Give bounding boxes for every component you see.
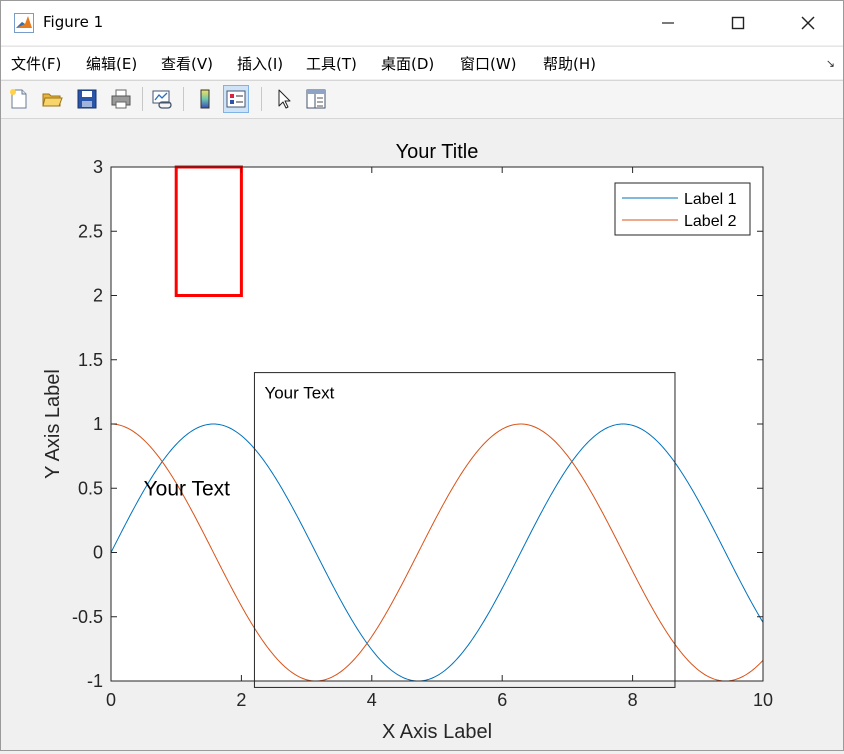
y-tick-label: 1.5 — [78, 350, 103, 370]
x-tick-label: 2 — [236, 690, 246, 710]
y-tick-label: -0.5 — [72, 607, 103, 627]
y-tick-label: 3 — [93, 157, 103, 177]
x-tick-label: 6 — [497, 690, 507, 710]
x-axis-label: X Axis Label — [382, 721, 492, 743]
menu-help[interactable]: 帮助(H) — [543, 53, 596, 74]
maximize-button[interactable] — [703, 1, 773, 45]
minimize-icon — [662, 22, 674, 24]
legend-label-1: Label 1 — [684, 191, 737, 208]
insert-colorbar-icon — [200, 89, 210, 109]
insert-legend-button[interactable] — [223, 85, 249, 113]
print-button[interactable] — [108, 85, 134, 113]
menu-insert[interactable]: 插入(I) — [237, 53, 283, 74]
menu-desktop[interactable]: 桌面(D) — [381, 53, 434, 74]
x-tick-label: 10 — [753, 690, 773, 710]
y-tick-label: 1 — [93, 414, 103, 434]
insert-legend-icon — [226, 90, 246, 108]
y-tick-label: 2.5 — [78, 221, 103, 241]
x-tick-label: 8 — [628, 690, 638, 710]
new-figure-button[interactable] — [6, 85, 32, 113]
y-tick-label: 0 — [93, 543, 103, 563]
toolbar-separator — [183, 87, 184, 111]
y-tick-label: 2 — [93, 286, 103, 306]
window-title: Figure 1 — [43, 13, 104, 31]
toolbar-separator — [261, 87, 262, 111]
open-file-icon — [42, 93, 63, 107]
link-plot-icon — [152, 90, 172, 109]
property-inspector-button[interactable] — [303, 85, 329, 113]
open-file-button[interactable] — [39, 85, 65, 113]
figure-canvas: Your Text Your Text 0 2 4 6 8 10 -1 -0.5 0 0.5 1 1.5 2… — [1, 119, 843, 750]
save-button[interactable] — [74, 85, 100, 113]
insert-colorbar-button[interactable] — [192, 85, 218, 113]
print-icon — [111, 89, 131, 109]
menu-bar: 文件(F) 编辑(E) 查看(V) 插入(I) 工具(T) 桌面(D) 窗口(W… — [1, 46, 843, 79]
x-tick-label: 4 — [367, 690, 377, 710]
figure-window: Figure 1 文件(F) 编辑(E) 查看(V) 插入(I) 工具(T) 桌… — [0, 0, 844, 751]
annotation-text: Your Text — [144, 477, 231, 500]
y-tick-label: 0.5 — [78, 478, 103, 498]
edit-plot-icon — [278, 89, 291, 109]
plot-svg: Your Text Your Text 0 2 4 6 8 10 -1 -0.5 0 0.5 1 1.5 2… — [42, 141, 773, 743]
new-figure-icon — [10, 89, 27, 109]
save-icon — [77, 89, 97, 109]
y-axis-label: Y Axis Label — [42, 369, 64, 479]
menu-edit[interactable]: 编辑(E) — [86, 53, 137, 74]
edit-plot-button[interactable] — [271, 85, 297, 113]
link-plot-button[interactable] — [149, 85, 175, 113]
menu-window[interactable]: 窗口(W) — [460, 53, 517, 74]
close-icon — [801, 16, 815, 30]
maximize-icon — [731, 16, 745, 30]
close-button[interactable] — [773, 1, 843, 45]
dock-arrow-icon[interactable]: ↘ — [826, 57, 835, 70]
menu-view[interactable]: 查看(V) — [161, 53, 213, 74]
x-tick-label: 0 — [106, 690, 116, 710]
toolbar-separator — [142, 87, 143, 111]
menu-file[interactable]: 文件(F) — [11, 53, 61, 74]
y-tick-label: -1 — [87, 671, 103, 691]
figure-toolbar — [1, 80, 843, 119]
property-inspector-icon — [306, 89, 326, 109]
matlab-icon — [14, 13, 34, 33]
annotation-textbox-label: Your Text — [264, 384, 334, 403]
menu-tools[interactable]: 工具(T) — [306, 53, 357, 74]
title-bar[interactable]: Figure 1 — [1, 1, 843, 45]
chart-title: Your Title — [396, 141, 479, 163]
minimize-button[interactable] — [633, 1, 703, 45]
legend-label-2: Label 2 — [684, 213, 737, 230]
